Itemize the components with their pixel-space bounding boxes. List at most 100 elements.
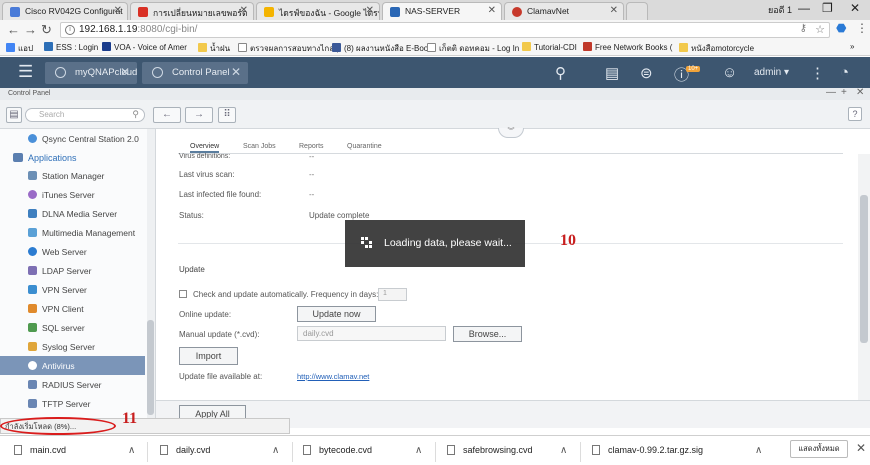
app-grid-button[interactable]: ⠿ xyxy=(218,107,236,123)
close-tab-icon[interactable]: ✕ xyxy=(231,65,241,79)
virus-definitions-value: -- xyxy=(309,152,315,159)
sidebar-item-qsync[interactable]: Qsync Central Station 2.0 xyxy=(0,129,145,148)
sidebar-item-multimedia-management[interactable]: Multimedia Management xyxy=(0,223,145,242)
bookmark-motorcycle[interactable]: หนังสือmotorcycle xyxy=(679,42,754,55)
extension-icon[interactable]: ⬣ xyxy=(836,21,846,35)
user-avatar-icon[interactable]: ☺ xyxy=(722,64,737,81)
restore-window-icon[interactable]: ❐ xyxy=(822,1,833,15)
tab-scan-jobs[interactable]: Scan Jobs xyxy=(243,143,276,150)
browser-tab-cisco[interactable]: Cisco RV042G Configurat ✕ xyxy=(2,2,128,20)
dashboard-gauge-icon[interactable]: ◔ xyxy=(840,64,849,81)
sidebar-item-sql-server[interactable]: SQL server xyxy=(0,318,145,337)
bookmark-tutorial-cdi[interactable]: Tutorial-CDI xyxy=(522,42,577,52)
sidebar-item-radius-server[interactable]: RADIUS Server xyxy=(0,375,145,394)
clamav-link[interactable]: http://www.clamav.net xyxy=(297,372,369,381)
bookmark-folder-1[interactable]: น้ำฝน xyxy=(198,42,230,55)
frequency-days-input[interactable]: 1 xyxy=(378,288,407,301)
download-options-chevron-icon[interactable]: ∧ xyxy=(560,445,567,456)
options-menu-icon[interactable]: ⋮ xyxy=(810,64,825,82)
external-devices-icon[interactable]: ⊜ xyxy=(640,64,653,82)
download-item-main-cvd[interactable]: main.cvd xyxy=(14,445,66,455)
tab-overview[interactable]: Overview xyxy=(190,143,220,153)
import-button[interactable]: Import xyxy=(179,347,238,365)
back-button[interactable]: ← xyxy=(153,107,181,123)
new-tab-button[interactable] xyxy=(626,2,648,20)
bookmark-voa[interactable]: VOA - Voice of Amer xyxy=(102,42,187,52)
minimize-window-icon[interactable]: — xyxy=(798,1,810,15)
search-icon[interactable]: ⚲ xyxy=(555,64,566,82)
user-menu[interactable]: admin ▾ xyxy=(754,67,789,78)
manual-update-file-input[interactable]: daily.cvd xyxy=(297,326,446,341)
browser-tab-clamavnet[interactable]: ClamavNet ✕ xyxy=(504,2,624,20)
sidebar-item-itunes-server[interactable]: iTunes Server xyxy=(0,185,145,204)
qnap-tab-myqnapcloud[interactable]: myQNAPcloud ✕ xyxy=(45,62,137,84)
bookmark-facebook[interactable]: (8) ผลงานหนังสือ E-Book xyxy=(332,42,432,55)
manual-update-label: Manual update (*.cvd): xyxy=(179,330,260,339)
sidebar-toggle-button[interactable]: ▤ xyxy=(6,107,22,123)
update-now-button[interactable]: Update now xyxy=(297,306,376,322)
sidebar-scrollbar-thumb[interactable] xyxy=(147,320,154,415)
site-info-icon[interactable]: i xyxy=(65,25,75,35)
download-item-daily-cvd[interactable]: daily.cvd xyxy=(160,445,210,455)
close-download-shelf-icon[interactable]: ✕ xyxy=(856,441,866,455)
sidebar-group-applications[interactable]: Applications xyxy=(0,149,145,166)
help-button[interactable]: ? xyxy=(848,107,862,121)
window-close-icon[interactable]: ✕ xyxy=(856,87,864,98)
download-item-bytecode-cvd[interactable]: bytecode.cvd xyxy=(303,445,372,455)
notification-badge: 10+ xyxy=(686,66,701,72)
main-menu-icon[interactable]: ☰ xyxy=(18,62,33,82)
download-options-chevron-icon[interactable]: ∧ xyxy=(128,445,135,456)
profile-button[interactable]: ยอดี 1 xyxy=(768,3,792,17)
close-window-icon[interactable]: ✕ xyxy=(850,1,860,15)
sidebar-item-station-manager[interactable]: Station Manager xyxy=(0,166,145,185)
browser-tab-gmail[interactable]: การเปลี่ยนหมายเลขพอร์ต ✕ xyxy=(130,2,254,20)
forward-icon[interactable]: → xyxy=(24,22,37,37)
qnap-tab-control-panel[interactable]: Control Panel ✕ xyxy=(142,62,248,84)
close-tab-icon[interactable]: ✕ xyxy=(120,65,130,79)
browser-tab-strip: Cisco RV042G Configurat ✕ การเปลี่ยนหมาย… xyxy=(0,0,870,20)
download-options-chevron-icon[interactable]: ∧ xyxy=(755,445,762,456)
sidebar-item-syslog-server[interactable]: Syslog Server xyxy=(0,337,145,356)
download-options-chevron-icon[interactable]: ∧ xyxy=(415,445,422,456)
tab-quarantine[interactable]: Quarantine xyxy=(347,143,382,150)
close-tab-icon[interactable]: ✕ xyxy=(240,5,248,16)
key-icon[interactable]: ⚷ xyxy=(800,23,807,34)
sidebar-item-antivirus[interactable]: Antivirus xyxy=(0,356,145,375)
address-bar[interactable]: i 192.168.1.19:8080/cgi-bin/ ⚷ ☆ xyxy=(60,22,830,38)
show-all-downloads-button[interactable]: แสดงทั้งหมด xyxy=(790,440,848,458)
search-input[interactable]: Search ⚲ xyxy=(25,108,145,122)
browser-tab-drive[interactable]: ไดรฟ์ของฉัน - Google ไดรฟ์ ✕ xyxy=(256,2,380,20)
download-item-clamav-sig[interactable]: clamav-0.99.2.tar.gz.sig xyxy=(592,445,703,455)
close-tab-icon[interactable]: ✕ xyxy=(610,5,618,16)
bookmark-free-network-books[interactable]: Free Network Books ( xyxy=(583,42,672,52)
sidebar: Qsync Central Station 2.0 Applications S… xyxy=(0,129,156,419)
reload-icon[interactable]: ↻ xyxy=(41,22,52,38)
bookmark-getty[interactable]: เก็ตติ ดอทคอม - Log In xyxy=(427,42,519,55)
bookmark-star-icon[interactable]: ☆ xyxy=(815,23,825,36)
browser-tab-nas-server[interactable]: NAS-SERVER ✕ xyxy=(382,2,502,20)
close-tab-icon[interactable]: ✕ xyxy=(488,5,496,16)
forward-button[interactable]: → xyxy=(185,107,213,123)
sidebar-item-vpn-client[interactable]: VPN Client xyxy=(0,299,145,318)
window-maximize-icon[interactable]: + xyxy=(841,87,847,98)
bookmark-exam[interactable]: ตรวจผลการสอบทางไกลๆ xyxy=(238,42,338,55)
background-tasks-icon[interactable]: ▤ xyxy=(605,64,619,82)
tab-reports[interactable]: Reports xyxy=(299,143,324,150)
sidebar-item-dlna-media-server[interactable]: DLNA Media Server xyxy=(0,204,145,223)
back-icon[interactable]: ← xyxy=(7,22,20,37)
browse-button[interactable]: Browse... xyxy=(453,326,522,342)
bookmark-apps[interactable]: แอป xyxy=(6,42,33,55)
sidebar-item-ldap-server[interactable]: LDAP Server xyxy=(0,261,145,280)
sidebar-item-vpn-server[interactable]: VPN Server xyxy=(0,280,145,299)
more-bookmarks-icon[interactable]: » xyxy=(850,42,854,51)
close-tab-icon[interactable]: ✕ xyxy=(114,5,122,16)
window-minimize-icon[interactable]: — xyxy=(826,87,836,98)
auto-update-checkbox[interactable] xyxy=(179,290,187,298)
download-options-chevron-icon[interactable]: ∧ xyxy=(272,445,279,456)
bookmark-ess-login[interactable]: ESS : Login xyxy=(44,42,98,52)
content-scrollbar-thumb[interactable] xyxy=(860,195,868,343)
download-item-safebrowsing-cvd[interactable]: safebrowsing.cvd xyxy=(447,445,533,455)
sidebar-item-web-server[interactable]: Web Server xyxy=(0,242,145,261)
close-tab-icon[interactable]: ✕ xyxy=(366,5,374,16)
chrome-menu-icon[interactable]: ⋮ xyxy=(856,21,868,35)
